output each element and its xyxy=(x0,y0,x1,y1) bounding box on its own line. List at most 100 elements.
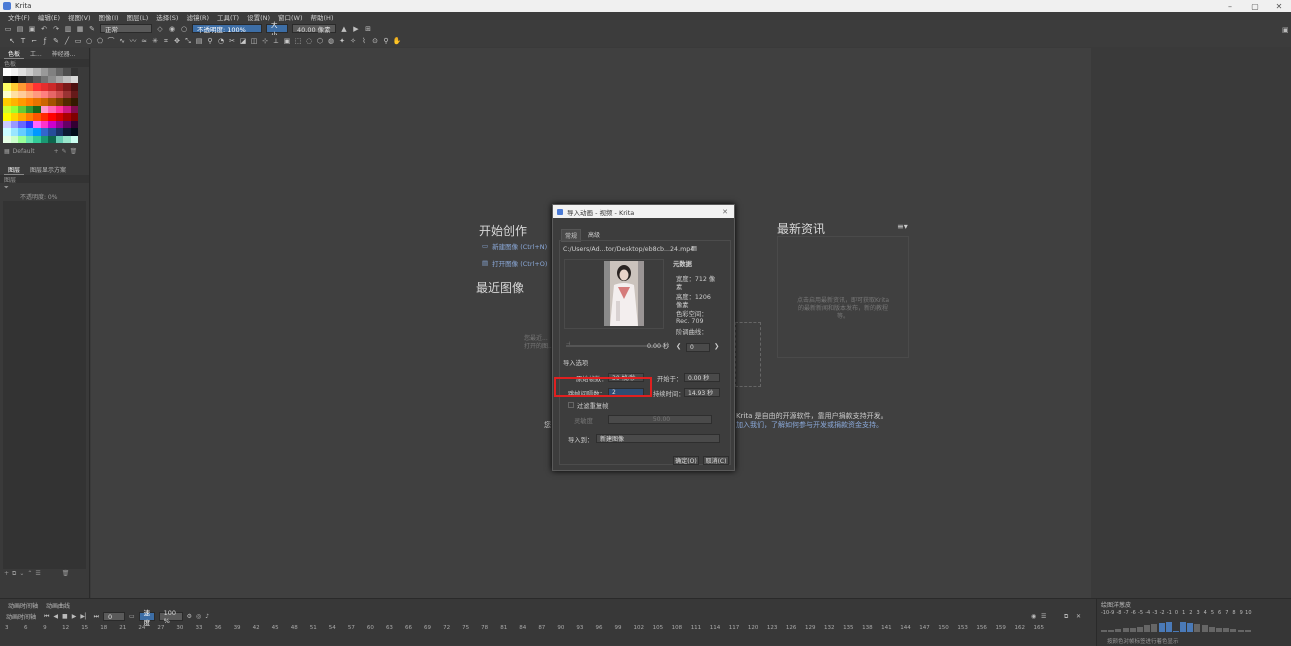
palette-swatch[interactable] xyxy=(63,135,71,143)
line-tool-icon[interactable]: ╱ xyxy=(63,37,71,45)
contiguous-select-icon[interactable]: ✦ xyxy=(338,37,346,45)
palette-swatch[interactable] xyxy=(10,75,18,83)
palette-swatch[interactable] xyxy=(63,75,71,83)
onion-opacity-bar[interactable] xyxy=(1237,629,1244,632)
onion-offset-label[interactable]: -8 xyxy=(1115,610,1122,616)
onion-opacity-bar[interactable] xyxy=(1101,630,1107,632)
onion-offset-label[interactable]: -6 xyxy=(1130,610,1137,616)
palette-swatch[interactable] xyxy=(40,75,48,83)
palette-swatch[interactable] xyxy=(70,98,78,106)
layer-list[interactable] xyxy=(3,201,86,569)
filter-icon[interactable]: ⏷ xyxy=(4,184,9,192)
open-document-icon[interactable]: ▤ xyxy=(16,25,24,33)
menu-view[interactable]: 视图(V) xyxy=(64,12,95,22)
onion-opacity-bar[interactable] xyxy=(1144,625,1151,632)
play-icon[interactable]: ▶ xyxy=(72,613,77,620)
palette-swatch[interactable] xyxy=(33,120,41,128)
minimize-icon[interactable]: – xyxy=(1218,0,1242,12)
prev-keyframe-icon[interactable]: ◀ xyxy=(53,613,58,620)
palette-swatch[interactable] xyxy=(10,120,18,128)
onion-offset-label[interactable]: 5 xyxy=(1209,610,1216,616)
dialog-close-icon[interactable]: ✕ xyxy=(722,208,728,216)
palette-swatch[interactable] xyxy=(10,90,18,98)
pan-tool-icon[interactable]: ✋ xyxy=(393,37,402,45)
multibrush-icon[interactable]: ✳ xyxy=(151,37,159,45)
tab-animation-curves[interactable]: 动画曲线 xyxy=(46,601,70,610)
menu-tools[interactable]: 工具(T) xyxy=(213,12,243,22)
move-tool-icon[interactable]: ✥ xyxy=(173,37,181,45)
sensitivity-spin[interactable]: 50.00 xyxy=(608,415,712,424)
duplicate-layer-icon[interactable]: ⧉ xyxy=(12,570,16,578)
palette-swatch[interactable] xyxy=(10,113,18,121)
palette-swatch[interactable] xyxy=(3,128,11,136)
palette-swatch[interactable] xyxy=(63,113,71,121)
palette-swatch[interactable] xyxy=(63,105,71,113)
menu-filter[interactable]: 滤镜(R) xyxy=(182,12,213,22)
prev-frame-icon[interactable]: ❮ xyxy=(676,343,681,350)
onion-offset-label[interactable]: -1 xyxy=(1166,610,1173,616)
onion-opacity-bar[interactable] xyxy=(1244,630,1251,632)
reference-image-icon[interactable]: ▣ xyxy=(283,37,291,45)
onion-offset-label[interactable]: 8 xyxy=(1230,610,1237,616)
onion-opacity-bar[interactable] xyxy=(1172,631,1179,632)
delete-swatch-icon[interactable]: 🗑 xyxy=(70,148,78,155)
palette-swatch[interactable] xyxy=(10,83,18,91)
enclose-fill-icon[interactable]: ◫ xyxy=(250,37,258,45)
palette-swatch[interactable] xyxy=(40,113,48,121)
palette-swatch[interactable] xyxy=(25,83,33,91)
tab-layer-display[interactable]: 图层显示方案 xyxy=(26,165,70,174)
drop-frames-icon[interactable]: ▭ xyxy=(129,613,135,620)
menu-select[interactable]: 选择(S) xyxy=(152,12,182,22)
palette-swatch[interactable] xyxy=(3,75,11,83)
news-menu-icon[interactable]: ≡▾ xyxy=(897,222,908,231)
freehand-brush-icon[interactable]: ✎ xyxy=(52,37,60,45)
calligraphy-icon[interactable]: ƒ xyxy=(41,37,49,45)
menu-file[interactable]: 文件(F) xyxy=(4,12,34,22)
palette-swatch[interactable] xyxy=(18,120,26,128)
onion-offset-label[interactable]: 6 xyxy=(1216,610,1223,616)
palette-swatch[interactable] xyxy=(63,68,71,76)
palette-swatch[interactable] xyxy=(3,98,11,106)
palette-swatch[interactable] xyxy=(63,128,71,136)
onion-offset-label[interactable]: -10 xyxy=(1101,610,1109,616)
filter-duplicates-checkbox[interactable] xyxy=(568,402,574,408)
ok-button[interactable]: 确定(O) xyxy=(673,456,699,465)
palette-swatch[interactable] xyxy=(25,113,33,121)
menu-help[interactable]: 帮助(H) xyxy=(307,12,338,22)
palette-swatch[interactable] xyxy=(3,68,11,76)
palette-swatch[interactable] xyxy=(70,68,78,76)
edit-shapes-icon[interactable]: ⌐ xyxy=(30,37,38,45)
palette-swatch[interactable] xyxy=(70,113,78,121)
palette-swatch[interactable] xyxy=(40,120,48,128)
pin-icon[interactable]: ◉ xyxy=(1031,613,1036,620)
frame-ruler[interactable]: 3 6 9 12 15 18 21 24 27 30 33 36 39 42 45 48 51 54 57 60 63 6… xyxy=(5,625,1090,631)
open-image-link[interactable]: ▤ 打开图像 (Ctrl+O) xyxy=(482,258,547,268)
onion-offset-label[interactable]: -9 xyxy=(1108,610,1115,616)
freehand-path-icon[interactable]: 〰 xyxy=(129,37,137,45)
new-document-icon[interactable]: ▭ xyxy=(4,25,12,33)
onion-offset-label[interactable]: -2 xyxy=(1159,610,1166,616)
onion-offset-label[interactable]: -7 xyxy=(1123,610,1130,616)
onion-offset-label[interactable]: 2 xyxy=(1187,610,1194,616)
onion-opacity-bar[interactable] xyxy=(1216,627,1222,632)
wrap-icon[interactable]: ○ xyxy=(180,25,188,33)
palette-name[interactable]: Default xyxy=(13,148,35,155)
menu-settings[interactable]: 设置(N) xyxy=(243,12,274,22)
opacity-slider[interactable]: 不透明度: 100% xyxy=(192,24,262,34)
fill-tool-icon[interactable]: ◪ xyxy=(239,37,247,45)
colorize-mask-icon[interactable]: ◔ xyxy=(217,37,225,45)
palette-swatch[interactable] xyxy=(18,90,26,98)
alpha-lock-icon[interactable]: ◉ xyxy=(168,25,176,33)
palette-swatch[interactable] xyxy=(3,90,11,98)
onion-opacity-bar[interactable] xyxy=(1158,623,1165,632)
palette-swatch[interactable] xyxy=(40,68,48,76)
palette-swatch[interactable] xyxy=(33,75,41,83)
palette-swatch[interactable] xyxy=(70,105,78,113)
onion-opacity-bar[interactable] xyxy=(1151,624,1158,632)
palette-swatch[interactable] xyxy=(40,90,48,98)
tab-palette[interactable]: 色板 xyxy=(4,49,25,59)
workspace-icon[interactable]: ⊞ xyxy=(364,25,372,33)
palette-swatch[interactable] xyxy=(25,128,33,136)
palette-swatch[interactable] xyxy=(18,68,26,76)
layer-opacity[interactable]: 不透明度: 0% xyxy=(20,192,57,201)
